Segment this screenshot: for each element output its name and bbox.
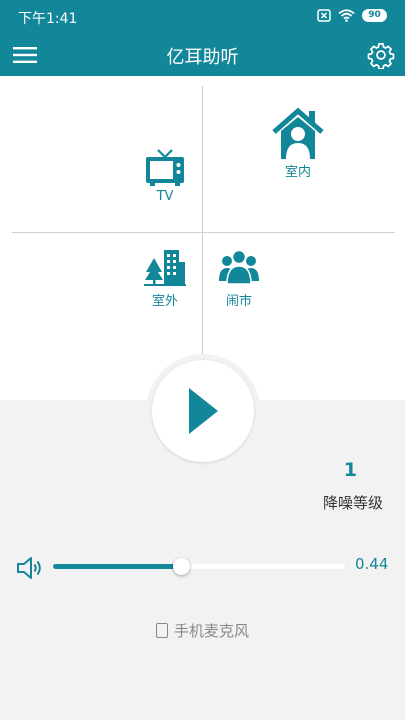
volume-button[interactable] <box>16 555 44 581</box>
status-icons: 90 <box>317 9 387 22</box>
settings-button[interactable] <box>367 41 395 70</box>
volume-slider-track[interactable] <box>53 564 345 569</box>
scene-label-tv: TV <box>156 189 174 204</box>
house-person-icon <box>272 107 324 159</box>
wifi-icon <box>338 9 355 22</box>
battery-indicator: 90 <box>362 9 387 22</box>
city-tree-icon <box>144 250 186 286</box>
status-time: 下午1:41 <box>18 11 78 27</box>
tv-icon <box>146 149 184 186</box>
phone-mic-checkbox[interactable] <box>155 623 168 638</box>
volume-slider-thumb[interactable] <box>172 558 190 575</box>
sim-x-icon <box>317 9 331 22</box>
phone-mic-option[interactable]: 手机麦克风 <box>0 620 405 641</box>
noise-reduction-label: 降噪等级 <box>322 494 383 512</box>
scene-label-outdoor: 室外 <box>151 294 178 309</box>
status-bar: 下午1:41 90 <box>0 0 405 33</box>
scene-panel: TV 室内 室外 闹市 <box>0 76 405 400</box>
app-bar: 亿耳助听 <box>0 33 405 76</box>
play-icon <box>189 388 218 434</box>
speaker-icon <box>17 557 41 579</box>
app-title: 亿耳助听 <box>166 47 239 68</box>
divider-horizontal <box>12 232 395 233</box>
divider-vertical <box>202 86 203 354</box>
volume-slider-fill <box>53 564 181 569</box>
phone-mic-label: 手机麦克风 <box>173 622 249 640</box>
scene-outdoor[interactable]: 室外 <box>144 248 186 309</box>
scene-tv[interactable]: TV <box>144 147 186 204</box>
crowd-icon <box>219 249 259 285</box>
noise-reduction-level: 1 <box>343 459 357 481</box>
scene-label-indoor: 室内 <box>284 165 311 180</box>
scene-label-crowd: 闹市 <box>225 294 252 309</box>
volume-value: 0.44 <box>355 555 389 573</box>
play-button[interactable] <box>152 360 254 462</box>
scene-indoor[interactable]: 室内 <box>271 107 325 180</box>
gear-icon <box>367 43 395 70</box>
scene-crowd[interactable]: 闹市 <box>218 248 260 309</box>
